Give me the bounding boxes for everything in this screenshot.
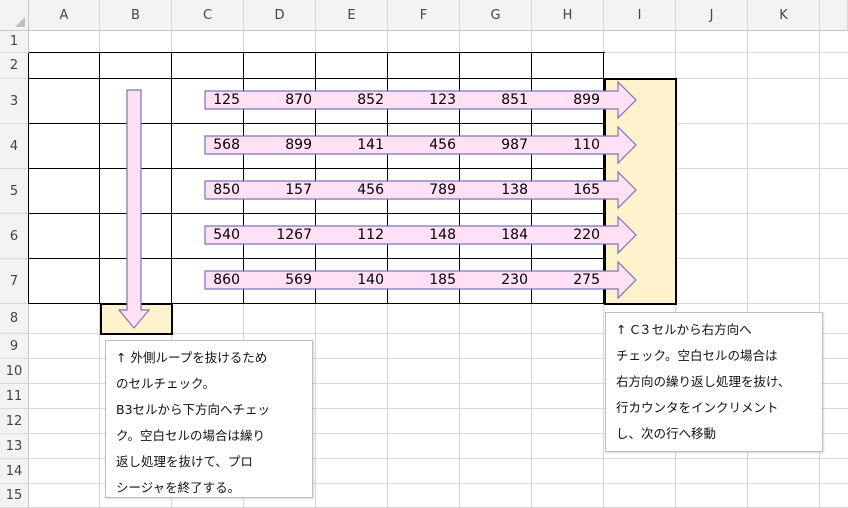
row-header-15[interactable]: 15 — [0, 484, 29, 508]
row-header-12[interactable]: 12 — [0, 409, 29, 434]
row-header-3[interactable]: 3 — [0, 79, 29, 124]
check-cell-b8[interactable] — [100, 303, 173, 335]
column-header-e[interactable]: E — [316, 0, 388, 31]
row-header-14[interactable]: 14 — [0, 459, 29, 484]
value-c6[interactable]: 540 — [172, 224, 244, 246]
note-line: チェック。空白セルの場合は — [616, 348, 778, 363]
value-f3[interactable]: 123 — [388, 89, 460, 111]
value-d3[interactable]: 870 — [244, 89, 316, 111]
value-e5[interactable]: 456 — [316, 179, 388, 201]
column-header-f[interactable]: F — [388, 0, 460, 31]
product-name-3[interactable] — [103, 169, 172, 214]
column-header-i[interactable]: I — [604, 0, 676, 31]
note-line: 返し処理を抜けて、プロ — [116, 454, 253, 469]
row-header-6[interactable]: 6 — [0, 214, 29, 259]
row-header-9[interactable]: 9 — [0, 334, 29, 359]
row-header-2[interactable]: 2 — [0, 53, 29, 79]
header-month-4[interactable] — [174, 53, 244, 79]
column-header-b[interactable]: B — [100, 0, 172, 31]
value-h5[interactable]: 165 — [532, 179, 604, 201]
note-line: ク。空白セルの場合は繰り — [116, 428, 266, 443]
column-header-k[interactable]: K — [748, 0, 820, 31]
value-f7[interactable]: 185 — [388, 269, 460, 291]
value-f4[interactable]: 456 — [388, 134, 460, 156]
value-h4[interactable]: 110 — [532, 134, 604, 156]
product-name-2[interactable] — [103, 124, 172, 169]
note-line: シージャを終了する。 — [116, 480, 241, 495]
note-line: B3セルから下方向へチェッ — [116, 402, 271, 417]
value-e7[interactable]: 140 — [316, 269, 388, 291]
value-g6[interactable]: 184 — [460, 224, 532, 246]
note-line: し、次の行へ移動 — [616, 426, 717, 441]
value-g4[interactable]: 987 — [460, 134, 532, 156]
note-right-inner-loop: ↑ C３セルから右方向へチェック。空白セルの場合は 右方向の繰り返し処理を抜け、行… — [605, 312, 823, 452]
value-d4[interactable]: 899 — [244, 134, 316, 156]
value-d7[interactable]: 569 — [244, 269, 316, 291]
value-d6[interactable]: 1267 — [244, 224, 316, 246]
row-header-5[interactable]: 5 — [0, 169, 29, 214]
table-border-v — [99, 53, 100, 304]
value-c7[interactable]: 860 — [172, 269, 244, 291]
value-f6[interactable]: 148 — [388, 224, 460, 246]
note-line: ↑ 外側ループを抜けるため — [116, 350, 268, 365]
column-header-g[interactable]: G — [460, 0, 532, 31]
note-line: 右方向の繰り返し処理を抜け、 — [616, 374, 791, 389]
value-h3[interactable]: 899 — [532, 89, 604, 111]
title-cell[interactable] — [32, 31, 400, 53]
product-name-5[interactable] — [103, 259, 172, 304]
header-month-6[interactable] — [318, 53, 388, 79]
value-h6[interactable]: 220 — [532, 224, 604, 246]
value-g7[interactable]: 230 — [460, 269, 532, 291]
product-name-1[interactable] — [103, 79, 172, 124]
value-c4[interactable]: 568 — [172, 134, 244, 156]
table-border-v — [28, 53, 29, 304]
row-header-8[interactable]: 8 — [0, 304, 29, 334]
note-line: ↑ C３セルから右方向へ — [616, 322, 752, 337]
header-month-5[interactable] — [246, 53, 316, 79]
column-header-j[interactable]: J — [676, 0, 748, 31]
row-header-4[interactable]: 4 — [0, 124, 29, 169]
value-c3[interactable]: 125 — [172, 89, 244, 111]
column-header-h[interactable]: H — [532, 0, 604, 31]
column-header-d[interactable]: D — [244, 0, 316, 31]
value-g3[interactable]: 851 — [460, 89, 532, 111]
row-header-13[interactable]: 13 — [0, 434, 29, 459]
note-left-outer-loop: ↑ 外側ループを抜けるため のセルチェック。 B3セルから下方向へチェッ ク。空白セル… — [105, 340, 313, 498]
header-product[interactable] — [103, 53, 172, 79]
spreadsheet[interactable]: ABCDEFGHIJK 1 2 3 4 5 6 7 8 9 10 11 12 13 14 15 125 870… — [0, 0, 848, 508]
column-header-c[interactable]: C — [172, 0, 244, 31]
column-header-filler — [820, 0, 848, 31]
value-d5[interactable]: 157 — [244, 179, 316, 201]
value-e3[interactable]: 852 — [316, 89, 388, 111]
note-line: のセルチェック。 — [116, 376, 216, 391]
value-e4[interactable]: 141 — [316, 134, 388, 156]
value-g5[interactable]: 138 — [460, 179, 532, 201]
product-name-4[interactable] — [103, 214, 172, 259]
header-month-7[interactable] — [390, 53, 460, 79]
check-cell-i3-i7[interactable] — [604, 78, 677, 305]
header-month-8[interactable] — [462, 53, 532, 79]
value-f5[interactable]: 789 — [388, 179, 460, 201]
column-header-a[interactable]: A — [29, 0, 100, 31]
value-e6[interactable]: 112 — [316, 224, 388, 246]
row-header-11[interactable]: 11 — [0, 384, 29, 409]
value-c5[interactable]: 850 — [172, 179, 244, 201]
value-h7[interactable]: 275 — [532, 269, 604, 291]
select-all-corner[interactable] — [0, 0, 29, 31]
header-month-9[interactable] — [534, 53, 604, 79]
row-header-10[interactable]: 10 — [0, 359, 29, 384]
row-header-1[interactable]: 1 — [0, 31, 29, 53]
header-branch[interactable] — [32, 53, 100, 79]
note-line: 行カウンタをインクリメント — [616, 400, 779, 415]
row-header-7[interactable]: 7 — [0, 259, 29, 304]
